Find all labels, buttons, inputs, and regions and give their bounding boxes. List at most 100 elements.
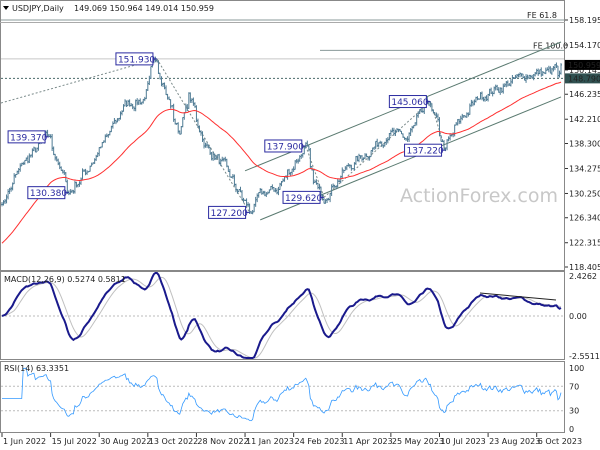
swing-label: 145.060	[391, 98, 428, 108]
price-bar	[275, 188, 278, 195]
price-bar	[5, 194, 8, 204]
price-bar	[556, 65, 559, 78]
price-bar	[421, 109, 424, 113]
price-bar	[364, 153, 367, 159]
date-tick-label: 25 May 2023	[392, 437, 444, 446]
price-bar	[84, 168, 87, 176]
price-bar	[136, 98, 139, 106]
price-bar	[271, 184, 274, 190]
price-bar	[166, 93, 169, 100]
rsi-tick-label: 30	[569, 407, 579, 416]
main-panel-frame	[0, 0, 565, 271]
macd-tick-label: 2.4262	[569, 272, 597, 281]
chart: USDJPY,Daily 149.069 150.964 149.014 150…	[0, 0, 600, 446]
price-bar	[436, 113, 439, 122]
price-bar	[78, 181, 81, 187]
price-bar	[552, 65, 555, 72]
price-bar	[17, 168, 20, 175]
price-bar	[326, 197, 329, 203]
price-bar	[417, 111, 420, 118]
price-bar	[260, 188, 263, 195]
price-bar	[558, 70, 561, 78]
price-bar	[350, 164, 353, 171]
price-bar	[473, 99, 476, 106]
price-bar	[4, 198, 7, 204]
price-bar	[388, 132, 391, 141]
price-bar	[549, 66, 552, 74]
date-tick-label: 30 Aug 2022	[100, 437, 151, 446]
price-bar	[177, 122, 180, 134]
price-bar	[518, 72, 521, 78]
swing-label: 139.370	[10, 133, 47, 143]
price-bar	[127, 99, 130, 107]
date-tick-label: 11 Jan 2023	[246, 437, 294, 446]
chart-symbol: USDJPY,Daily	[12, 4, 64, 13]
price-tick-label: 130.250	[569, 189, 600, 198]
price-bar	[502, 83, 505, 94]
price-bar	[222, 157, 225, 162]
price-bar	[96, 152, 99, 158]
price-bar	[506, 80, 509, 87]
price-bar	[55, 156, 58, 162]
price-bar	[158, 72, 161, 80]
price-bar	[250, 210, 253, 214]
price-bar	[555, 62, 558, 68]
price-bar	[515, 74, 518, 79]
price-bar	[104, 134, 107, 143]
rsi-label: RSI(14) 63.3351	[4, 364, 69, 373]
price-bar	[468, 103, 471, 115]
fe-61.8-label: FE 61.8	[527, 11, 557, 20]
rsi-panel: 100 70 30 0	[1, 364, 584, 434]
price-bar	[354, 156, 357, 165]
date-tick-label: 24 Feb 2023	[295, 437, 345, 446]
macd-label: MACD(12,26,9) 0.5274 0.5811	[4, 275, 126, 284]
price-bar	[447, 136, 450, 142]
price-bar	[329, 192, 332, 203]
price-bar	[259, 187, 262, 194]
price-bar	[257, 192, 260, 198]
price-bar	[408, 132, 411, 142]
price-tick-label: 134.275	[569, 164, 600, 173]
price-bar	[81, 168, 84, 180]
price-tick-label: 122.315	[569, 239, 600, 248]
swing-label: 127.200	[211, 209, 248, 219]
price-bar	[169, 99, 172, 109]
date-tick-label: 28 Nov 2022	[197, 437, 248, 446]
price-bar	[54, 153, 57, 161]
price-tick-label: 158.195	[569, 16, 600, 25]
collapse-triangle-icon[interactable]	[3, 6, 9, 10]
price-bar	[496, 84, 499, 91]
price-bar	[228, 168, 231, 178]
price-bar	[535, 68, 538, 75]
date-tick-label: 10 Jul 2023	[440, 437, 485, 446]
date-tick-label: 15 Jul 2022	[52, 437, 97, 446]
price-bar	[256, 193, 259, 203]
price-bar	[370, 149, 373, 158]
swing-labels: 151.930 139.370 130.380 127.200 137.900 129.6…	[7, 52, 446, 219]
price-bar	[111, 121, 114, 129]
level-price-tag-text: 148.790	[568, 74, 600, 83]
price-bar	[470, 99, 473, 107]
price-bar	[134, 99, 137, 112]
price-bar	[389, 129, 392, 137]
price-bar	[361, 155, 364, 162]
price-bar	[189, 92, 192, 103]
swing-label: 129.620	[285, 194, 322, 204]
price-bar	[288, 168, 291, 175]
price-tick-label: 154.170	[569, 41, 600, 50]
price-bar	[234, 183, 237, 193]
price-bar	[192, 97, 195, 106]
price-bar	[547, 65, 550, 73]
price-bar	[93, 158, 96, 164]
date-tick-label: 23 Aug 2023	[489, 437, 540, 446]
price-bar	[122, 104, 125, 112]
price-bar	[411, 125, 414, 133]
price-bar	[511, 74, 514, 84]
price-bar	[341, 167, 344, 179]
rsi-tick-label: 70	[569, 382, 579, 391]
price-bar	[23, 159, 26, 165]
price-bar	[28, 153, 31, 164]
price-bar	[544, 67, 547, 75]
price-bar	[2, 200, 5, 206]
price-bar	[64, 171, 67, 183]
